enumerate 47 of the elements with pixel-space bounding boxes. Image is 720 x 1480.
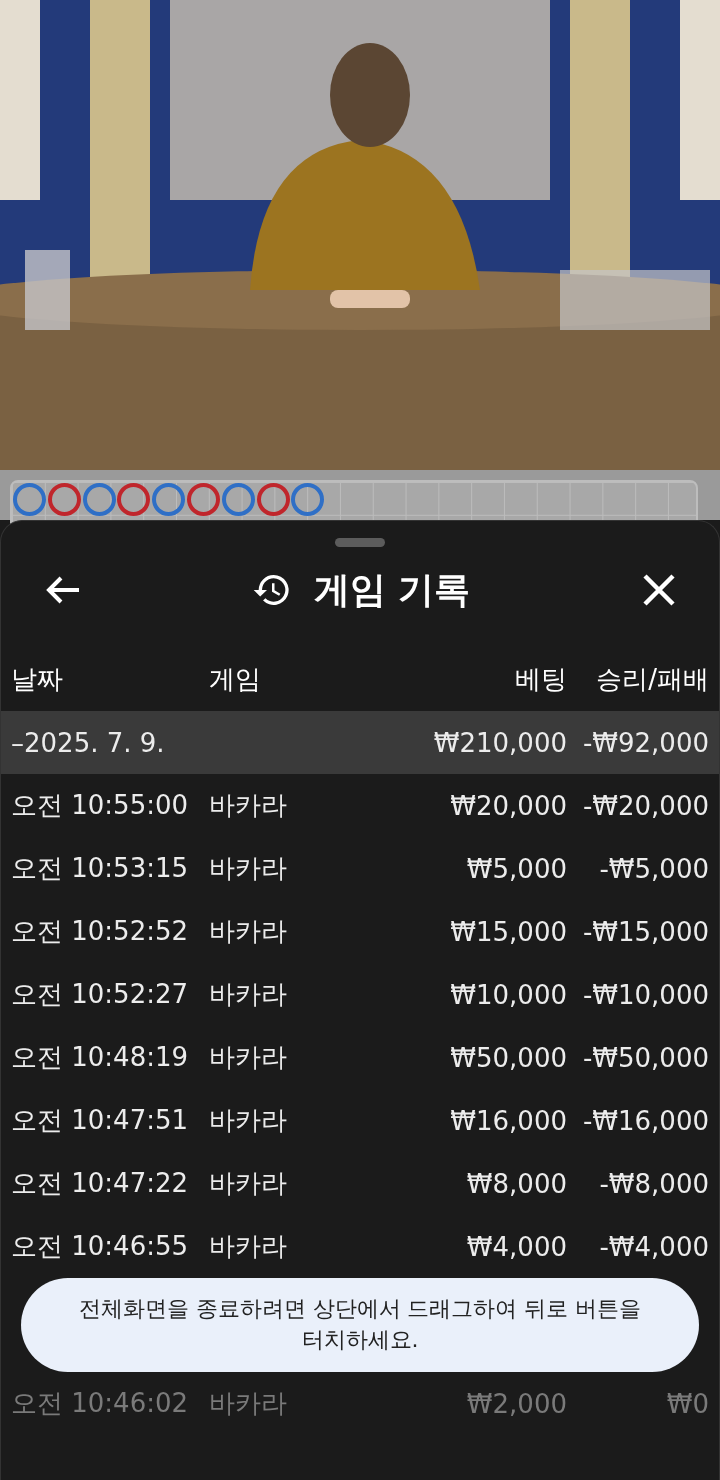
time-cell-text: 오전 10:55:00 bbox=[11, 789, 190, 822]
game-cell-text: 바카라 bbox=[209, 1230, 288, 1263]
game-cell-text: 바카라 bbox=[209, 915, 288, 948]
result-cell-text: -₩16,000 bbox=[581, 1105, 709, 1136]
time-cell-text: 오전 10:46:55 bbox=[11, 1230, 190, 1263]
time-cell-text: 오전 10:46:02 bbox=[11, 1387, 190, 1420]
bet-cell-text: ₩10,000 bbox=[449, 979, 567, 1010]
time-cell-text: 오전 10:47:22 bbox=[11, 1167, 190, 1200]
time-cell-text: 오전 10:53:15 bbox=[11, 852, 190, 885]
bet-cell-text: ₩15,000 bbox=[449, 916, 567, 947]
game-cell-text: 바카라 bbox=[209, 1167, 288, 1200]
game-cell-text: 바카라 bbox=[209, 1387, 288, 1420]
game-cell-text: 바카라 bbox=[209, 1104, 288, 1137]
time-cell-text: 오전 10:47:51 bbox=[11, 1104, 190, 1137]
bet-cell-text: ₩16,000 bbox=[449, 1105, 567, 1136]
date-cell-text: –2025. 7. 9. bbox=[11, 727, 166, 758]
time-cell-text: 오전 10:48:19 bbox=[11, 1041, 190, 1074]
game-cell-text: 바카라 bbox=[209, 978, 288, 1011]
bet-cell-text: ₩5,000 bbox=[465, 853, 567, 884]
sheet-title: 게임 기록 bbox=[313, 567, 471, 612]
result-cell-text: -₩20,000 bbox=[581, 790, 709, 821]
result-cell-text: -₩15,000 bbox=[581, 916, 709, 947]
bet-cell-text: ₩8,000 bbox=[465, 1168, 567, 1199]
bet-cell-text: ₩210,000 bbox=[432, 727, 567, 758]
result-cell-text: ₩0 bbox=[665, 1388, 709, 1419]
drag-handle[interactable] bbox=[335, 538, 385, 547]
column-header: 게임 bbox=[209, 663, 262, 696]
result-cell-text: -₩10,000 bbox=[581, 979, 709, 1010]
bet-cell-text: ₩20,000 bbox=[449, 790, 567, 821]
column-header: 베팅 bbox=[514, 663, 567, 696]
time-cell-text: 오전 10:52:52 bbox=[11, 915, 190, 948]
result-cell-text: -₩50,000 bbox=[581, 1042, 709, 1073]
column-header: 승리/패배 bbox=[595, 663, 709, 696]
result-cell-text: -₩92,000 bbox=[581, 727, 709, 758]
bet-cell-text: ₩2,000 bbox=[465, 1388, 567, 1419]
summary-row[interactable]: –2025. 7. 9. ₩210,000 -₩92,000 bbox=[1, 711, 719, 774]
bet-cell-text: ₩50,000 bbox=[449, 1042, 567, 1073]
toast-message: 전체화면을 종료하려면 상단에서 드래그하여 뒤로 버튼을 터치하세요. bbox=[21, 1278, 699, 1372]
game-cell-text: 바카라 bbox=[209, 852, 288, 885]
result-cell-text: -₩5,000 bbox=[598, 853, 709, 884]
column-header: 날짜 bbox=[11, 663, 64, 696]
result-cell-text: -₩4,000 bbox=[598, 1231, 709, 1262]
bet-cell-text: ₩4,000 bbox=[465, 1231, 567, 1262]
game-cell-text: 바카라 bbox=[209, 789, 288, 822]
time-cell-text: 오전 10:52:27 bbox=[11, 978, 190, 1011]
game-cell-text: 바카라 bbox=[209, 1041, 288, 1074]
result-cell-text: -₩8,000 bbox=[598, 1168, 709, 1199]
